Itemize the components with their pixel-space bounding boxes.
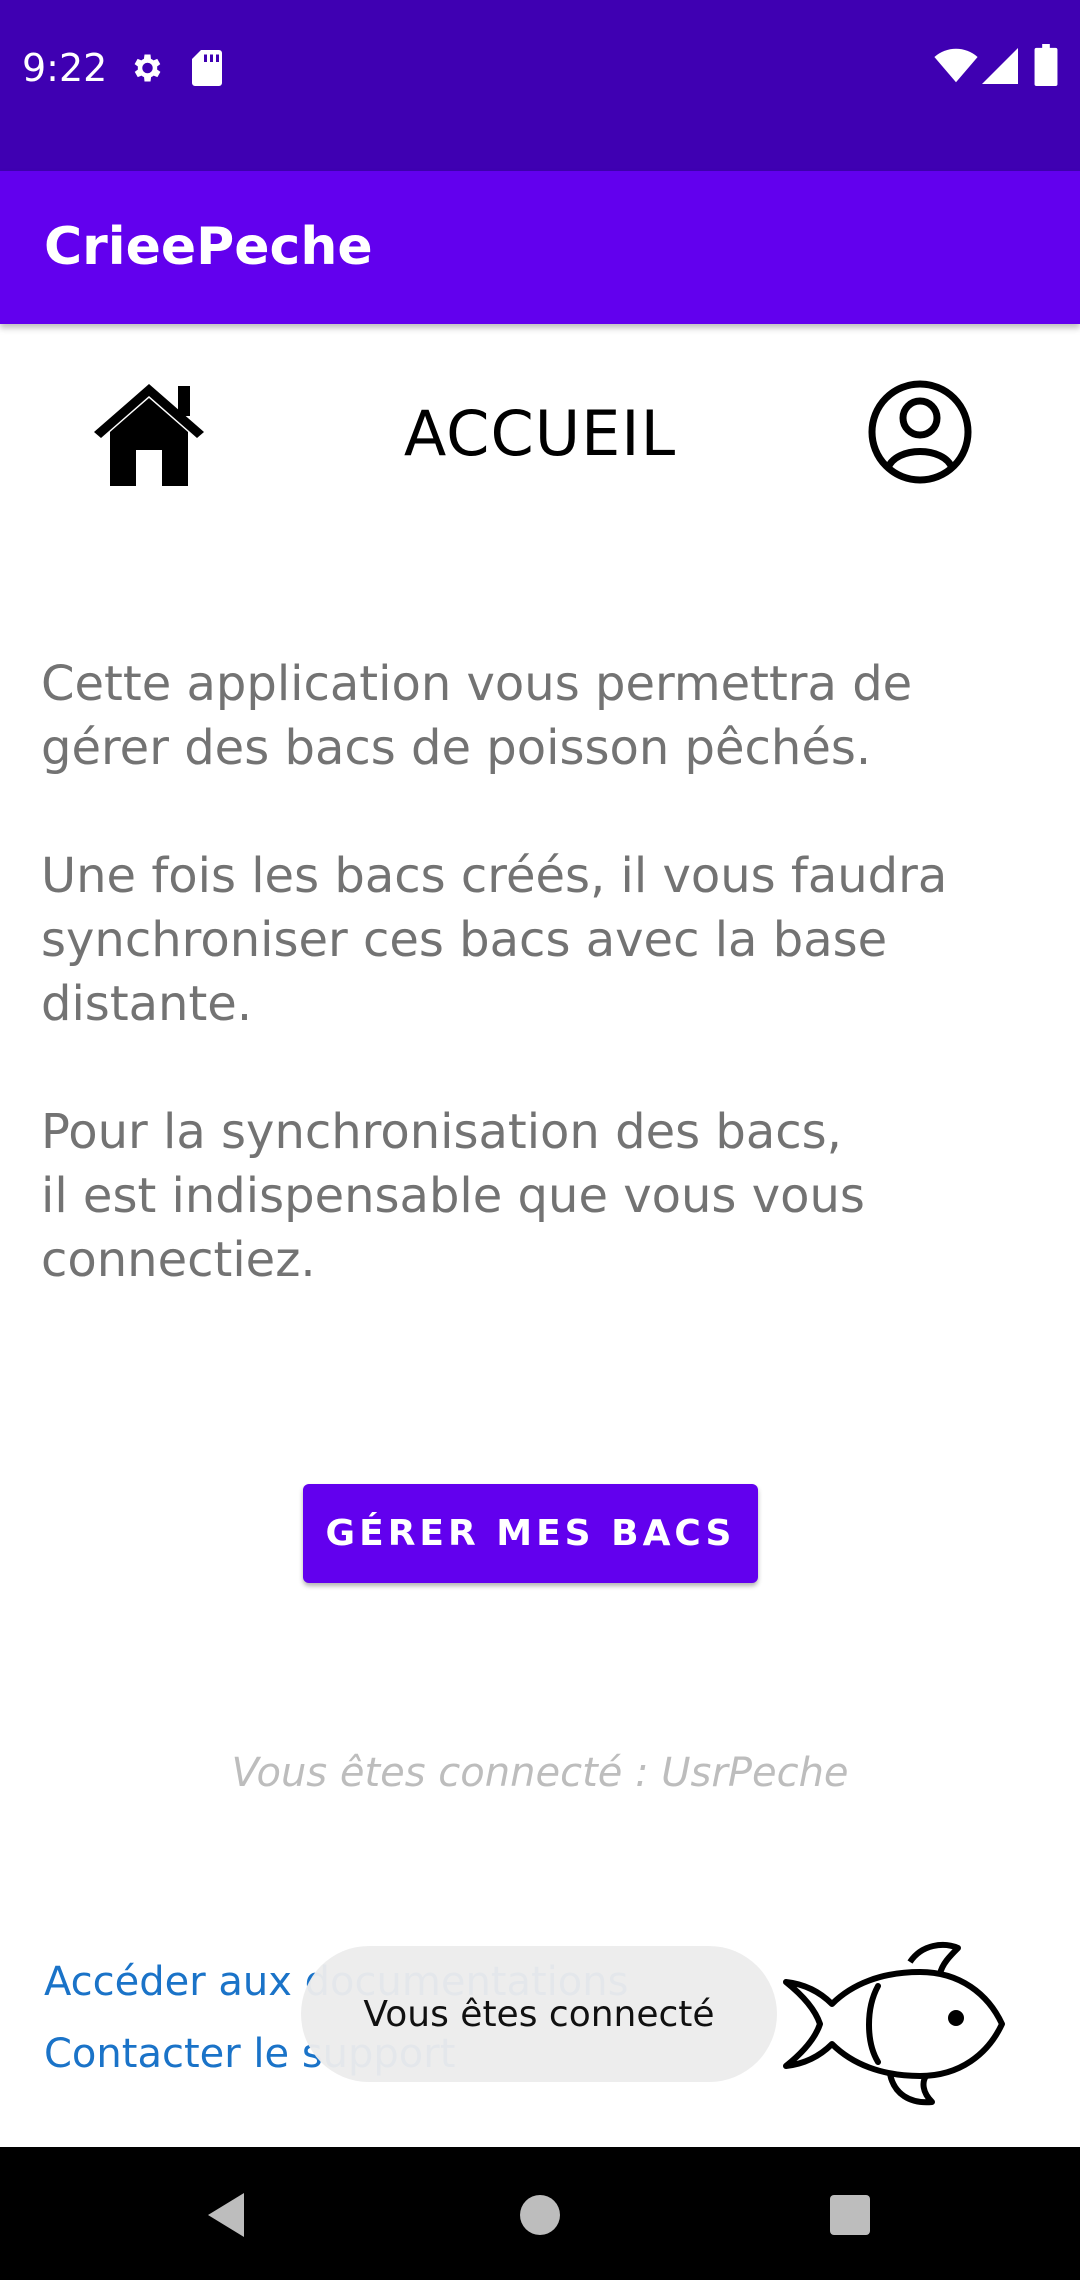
intro-paragraph-1: Cette application vous permettra de gére… <box>41 656 913 776</box>
home-icon[interactable] <box>86 378 212 488</box>
status-bar: 9:22 <box>0 0 1080 171</box>
recents-icon[interactable] <box>828 2193 872 2237</box>
toast-text: Vous êtes connecté <box>363 1993 715 2035</box>
intro-text: Cette application vous permettra de gére… <box>41 652 1041 1356</box>
status-time: 9:22 <box>22 46 108 90</box>
sd-card-icon <box>192 50 222 86</box>
intro-paragraph-3: Pour la synchronisation des bacs, il est… <box>41 1104 865 1288</box>
app-bar: CrieePeche <box>0 171 1080 324</box>
fish-icon <box>783 1942 1005 2106</box>
app-title: CrieePeche <box>44 217 373 277</box>
signal-icon <box>982 48 1018 84</box>
manage-bins-button[interactable]: GÉRER MES BACS <box>303 1484 758 1583</box>
gear-icon <box>134 54 161 82</box>
page-title: ACCUEIL <box>403 397 677 470</box>
connected-status: Vous êtes connecté : UsrPeche <box>231 1750 849 1796</box>
toast-message: Vous êtes connecté <box>301 1946 777 2082</box>
battery-icon <box>1034 44 1058 86</box>
navigation-bar <box>0 2147 1080 2280</box>
wifi-icon <box>934 48 978 83</box>
home-circle-icon[interactable] <box>518 2193 562 2237</box>
intro-paragraph-2: Une fois les bacs créés, il vous faudra … <box>41 848 948 1032</box>
account-circle-icon[interactable] <box>866 378 974 486</box>
back-icon[interactable] <box>204 2191 248 2239</box>
